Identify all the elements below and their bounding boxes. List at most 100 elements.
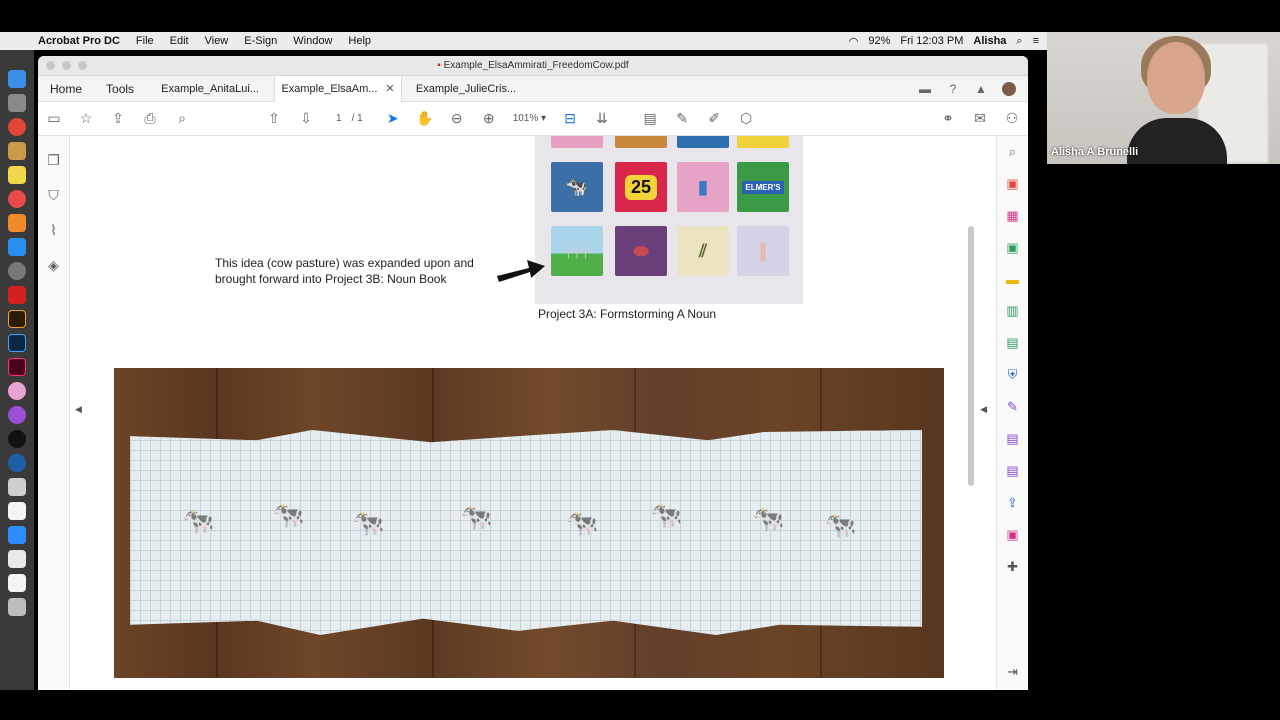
user-name[interactable]: Alisha <box>973 35 1006 47</box>
clock[interactable]: Fri 12:03 PM <box>900 35 963 47</box>
upload-cloud-icon[interactable]: ⇪ <box>102 110 134 127</box>
expand-panel-icon[interactable]: ⇥ <box>1007 664 1018 680</box>
document-viewport[interactable]: 🐄 25 ▮ ELMER'S ╪╪╪ ⬬ ⫽ ∥ This idea (cow … <box>71 136 995 690</box>
fill-sign-icon[interactable]: ✎ <box>1007 399 1018 415</box>
protect-shield-icon[interactable]: ⛨ <box>1008 367 1018 383</box>
previous-page-icon[interactable]: ⇧ <box>258 110 290 127</box>
appletv-icon[interactable] <box>8 430 26 448</box>
folder-icon[interactable] <box>8 142 26 160</box>
save-icon[interactable]: ▭ <box>38 110 70 127</box>
request-esign-icon[interactable]: ▤ <box>1006 431 1018 447</box>
scrollbar-thumb[interactable] <box>968 226 974 486</box>
comment-bubble-icon[interactable]: ▬ <box>918 82 932 96</box>
fit-page-icon[interactable]: ⊟ <box>554 110 586 127</box>
account-avatar-icon[interactable] <box>1002 81 1016 96</box>
select-cursor-icon[interactable]: ➤ <box>377 110 409 127</box>
draw-icon[interactable]: ✐ <box>698 110 730 127</box>
doc-tab-anita[interactable]: Example_AnitaLui... <box>146 76 274 102</box>
edit-pdf-icon[interactable]: ▤ <box>1006 463 1018 479</box>
create-pdf-icon[interactable]: ▣ <box>1006 176 1018 192</box>
search-icon[interactable]: ⌕ <box>1016 35 1022 48</box>
scan-ocr-icon[interactable]: ▤ <box>1006 335 1018 351</box>
file-icon[interactable] <box>8 574 26 592</box>
more-tools-icon[interactable]: ✚ <box>1007 559 1018 575</box>
menu-edit[interactable]: Edit <box>162 35 197 47</box>
battery-text[interactable]: 92% <box>868 35 890 47</box>
bookmarks-icon[interactable]: ⛉ <box>48 187 59 204</box>
close-tab-icon[interactable]: ✕ <box>385 82 394 95</box>
share-link-icon[interactable]: ⚭ <box>932 110 964 127</box>
mac-menubar: Acrobat Pro DC File Edit View E-Sign Win… <box>0 32 1047 50</box>
trash-icon[interactable] <box>8 598 26 616</box>
quicktime-icon[interactable] <box>8 454 26 472</box>
next-page-icon[interactable]: ⇩ <box>290 110 322 127</box>
podcasts-icon[interactable] <box>8 406 26 424</box>
photos-icon[interactable] <box>8 382 26 400</box>
highlight-pen-icon[interactable]: ✎ <box>666 110 698 127</box>
right-tools-rail: ⌕ ▣ ▦ ▣ ▬ ▥ ▤ ⛨ ✎ ▤ ▤ ⇪ ▣ ✚ ⇥ <box>996 136 1028 690</box>
settings-icon[interactable] <box>8 262 26 280</box>
scroll-mode-icon[interactable]: ⇊ <box>586 110 618 127</box>
compare-files-icon[interactable]: ▥ <box>1006 303 1018 319</box>
window-titlebar: ▪ Example_ElsaAmmirati_FreedomCow.pdf <box>38 56 1028 76</box>
menu-view[interactable]: View <box>197 35 237 47</box>
search-icon[interactable]: ⌕ <box>1009 144 1016 160</box>
acrobat-icon[interactable] <box>8 286 26 304</box>
comment-tool-icon[interactable]: ▬ <box>1006 272 1019 287</box>
notifications-bell-icon[interactable]: ▲ <box>974 82 988 96</box>
zoom-in-icon[interactable]: ⊕ <box>473 110 505 127</box>
notes-icon[interactable] <box>8 166 26 184</box>
export-pdf-icon[interactable]: ▣ <box>1006 240 1018 256</box>
hand-tool-icon[interactable]: ✋ <box>409 110 441 127</box>
zoom-out-icon[interactable]: ⊖ <box>441 110 473 127</box>
page-current[interactable]: 1 <box>336 113 342 124</box>
zoom-level[interactable]: 101% ▾ <box>505 113 554 124</box>
wifi-icon[interactable]: ◠ <box>849 35 859 48</box>
search-icon[interactable]: ⌕ <box>166 110 198 127</box>
card-pasture-fence: ╪╪╪ <box>551 226 603 276</box>
vertical-scrollbar[interactable] <box>967 136 975 690</box>
help-icon[interactable]: ? <box>946 82 960 96</box>
menu-app-name[interactable]: Acrobat Pro DC <box>30 35 128 47</box>
preview-icon[interactable] <box>8 478 26 496</box>
appstore-icon[interactable] <box>8 238 26 256</box>
cow-sketch: 🐄 <box>352 508 385 538</box>
finder-icon[interactable] <box>8 70 26 88</box>
layers-icon[interactable]: ◈ <box>48 257 59 274</box>
photoshop-icon[interactable] <box>8 334 26 352</box>
dock <box>0 50 34 690</box>
pdf-file-icon: ▪ <box>437 60 441 71</box>
doc-tab-label: Example_AnitaLui... <box>161 82 259 95</box>
print-icon[interactable]: ⎙ <box>134 110 166 127</box>
home-tab[interactable]: Home <box>38 76 94 102</box>
add-user-icon[interactable]: ⚇ <box>996 110 1028 127</box>
collapse-right-arrow-icon[interactable]: ◀ <box>980 404 987 415</box>
zoom-icon[interactable] <box>8 526 26 544</box>
bookmark-star-icon[interactable]: ☆ <box>70 110 102 127</box>
tools-tab[interactable]: Tools <box>94 76 146 102</box>
doc-tab-julie[interactable]: Example_JulieCris... <box>402 76 530 102</box>
stamp-icon[interactable]: ⬡ <box>730 110 762 127</box>
chrome-icon[interactable] <box>8 118 26 136</box>
launchpad-icon[interactable] <box>8 94 26 112</box>
menu-help[interactable]: Help <box>340 35 379 47</box>
page-thumbnails-icon[interactable]: ❐ <box>47 152 60 169</box>
news-icon[interactable] <box>8 190 26 208</box>
illustrator-icon[interactable] <box>8 310 26 328</box>
comment-icon[interactable]: ▤ <box>634 110 666 127</box>
control-center-icon[interactable]: ≡ <box>1033 35 1039 47</box>
menu-esign[interactable]: E-Sign <box>236 35 285 47</box>
menu-window[interactable]: Window <box>285 35 340 47</box>
downloads-icon[interactable] <box>8 550 26 568</box>
menu-file[interactable]: File <box>128 35 162 47</box>
attachments-paperclip-icon[interactable]: ⌇ <box>50 222 57 239</box>
indesign-icon[interactable] <box>8 358 26 376</box>
books-icon[interactable] <box>8 214 26 232</box>
document-icon[interactable] <box>8 502 26 520</box>
organize-pages-icon[interactable]: ▦ <box>1006 208 1018 224</box>
collapse-left-arrow-icon[interactable]: ◀ <box>75 404 82 415</box>
redact-icon[interactable]: ▣ <box>1006 527 1018 543</box>
doc-tab-elsa[interactable]: Example_ElsaAm... ✕ <box>274 75 403 102</box>
email-icon[interactable]: ✉ <box>964 110 996 127</box>
send-for-review-icon[interactable]: ⇪ <box>1007 495 1018 511</box>
